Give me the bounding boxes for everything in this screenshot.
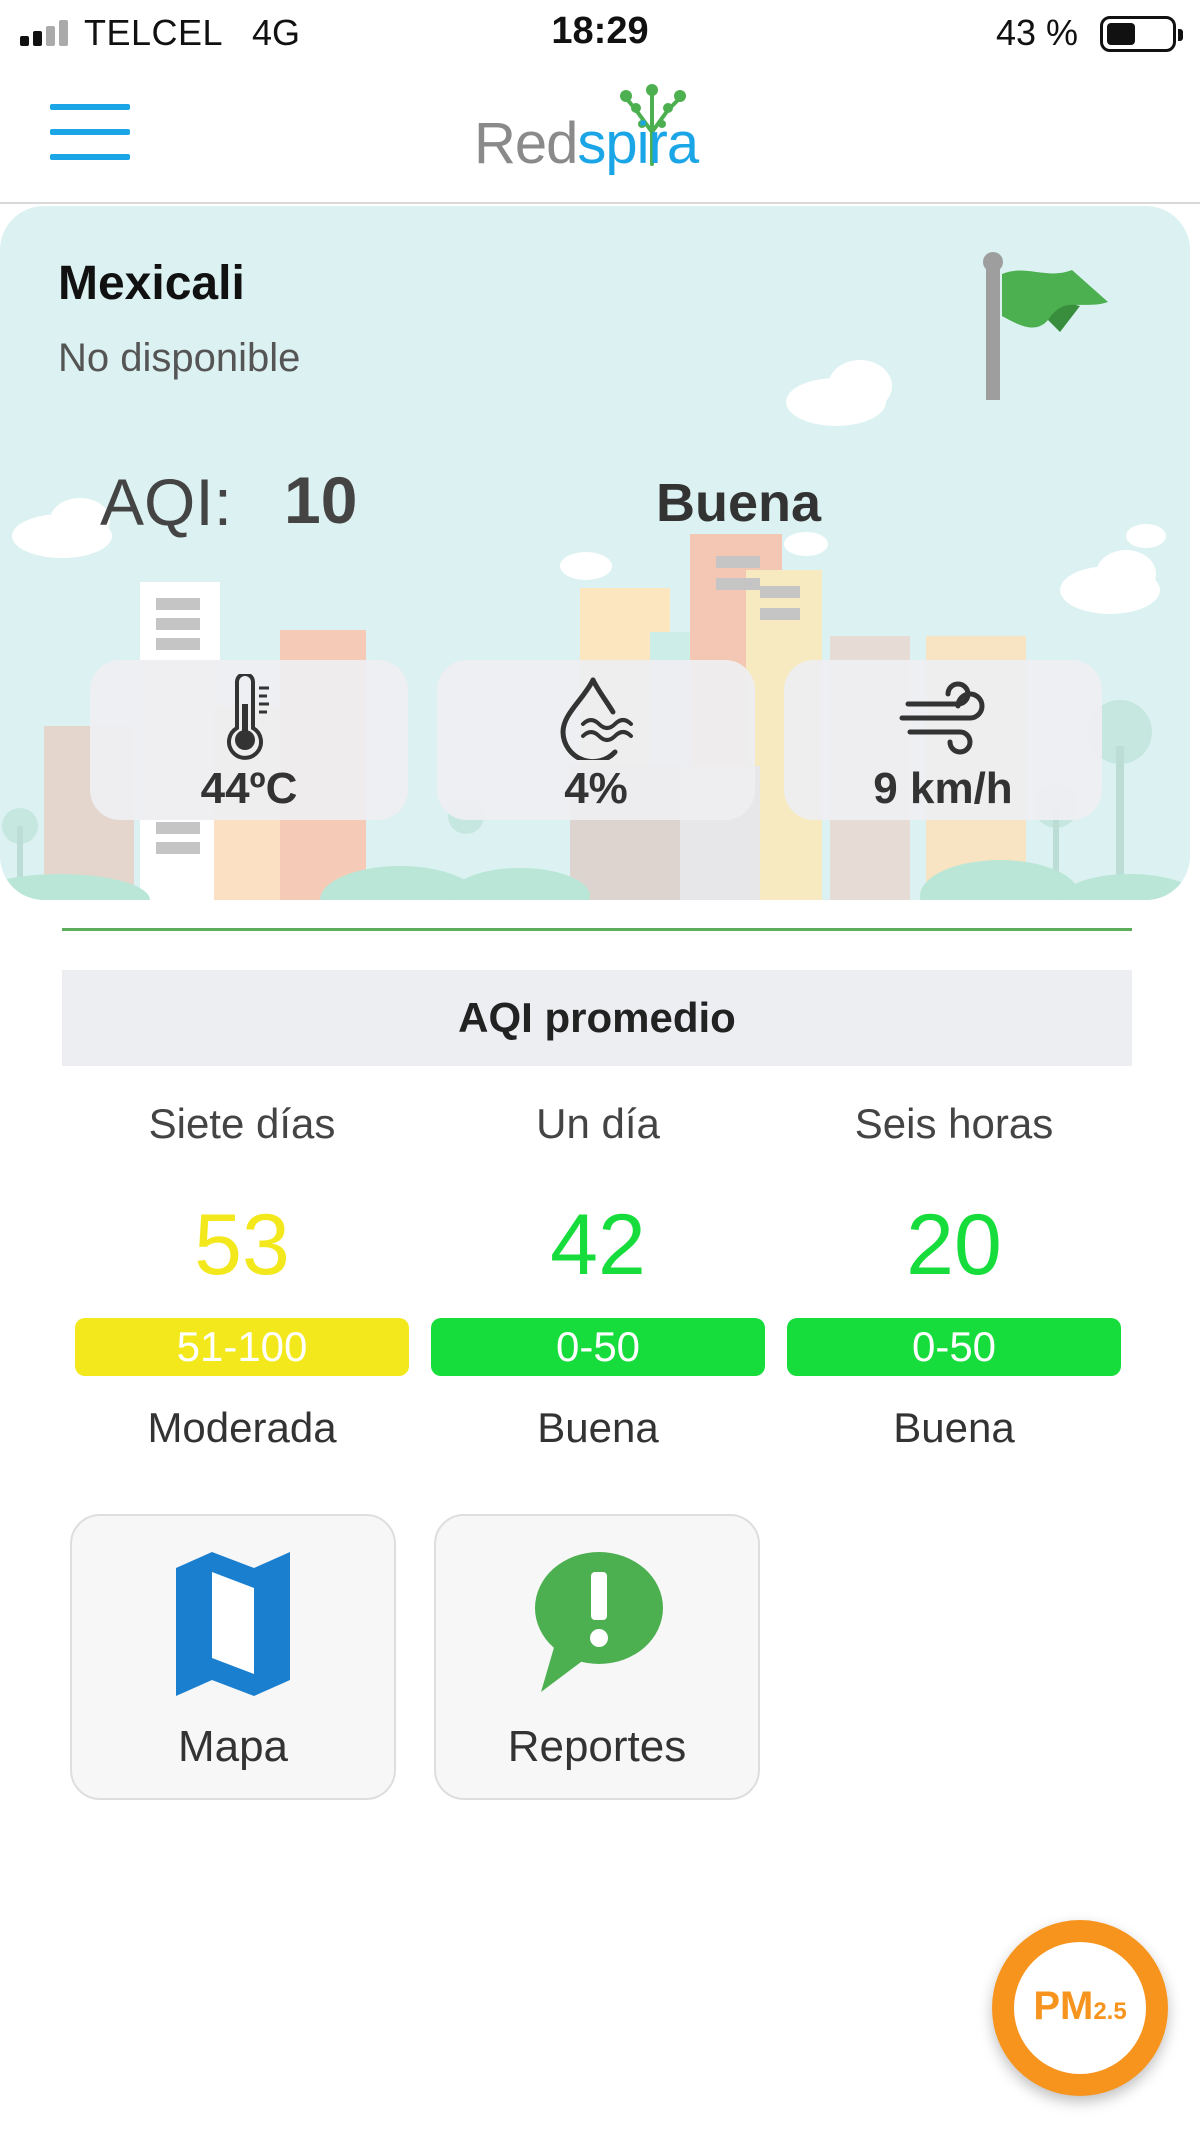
redspira-logo: Redspira [470, 72, 730, 192]
aqi-average-title: AQI promedio [458, 994, 736, 1041]
status-bar: TELCEL 4G 18:29 43 % [0, 0, 1200, 64]
section-divider [62, 928, 1132, 931]
range-badge: 0-50 [787, 1318, 1121, 1376]
category-label: Buena [537, 1404, 659, 1451]
humidity-drop-icon [560, 677, 633, 765]
range-badge: 51-100 [75, 1318, 409, 1376]
battery-percentage: 43 % [996, 12, 1079, 53]
range-badge: 0-50 [431, 1318, 765, 1376]
hamburger-menu-icon[interactable] [50, 104, 130, 160]
wind-tile: 9 km/h [784, 660, 1102, 820]
logo-text-spira: spira [577, 111, 699, 176]
humidity-value: 4% [564, 764, 628, 813]
reports-button[interactable]: Reportes [434, 1514, 760, 1800]
station-card[interactable]: Mexicali No disponible AQI: 10 Buena 44º… [0, 206, 1190, 900]
report-alert-icon [535, 1552, 663, 1692]
temperature-value: 44ºC [200, 764, 298, 813]
reports-button-label: Reportes [507, 1722, 687, 1771]
humidity-tile: 4% [437, 660, 755, 820]
battery-icon [1100, 16, 1183, 52]
category-label: Moderada [147, 1404, 337, 1451]
app-header: Redspira [0, 64, 1200, 204]
period-label: Seis horas [854, 1100, 1054, 1147]
average-value: 42 [550, 1197, 646, 1293]
logo-text-red: Red [474, 111, 578, 176]
pm25-label: PM2.5 [1033, 1984, 1127, 2028]
aqi-value: 10 [284, 463, 358, 537]
average-column-seven-days: Siete días 53 51-100 Moderada [62, 1100, 422, 1452]
category-label: Buena [893, 1404, 1015, 1451]
period-label: Siete días [148, 1100, 336, 1147]
green-flag-icon [983, 252, 1108, 400]
wind-value: 9 km/h [873, 764, 1013, 813]
wind-icon [899, 681, 985, 755]
map-button-label: Mapa [177, 1722, 289, 1771]
city-name: Mexicali [58, 257, 245, 310]
aqi-category: Buena [656, 473, 822, 533]
aqi-label: AQI: [100, 465, 233, 539]
map-button[interactable]: Mapa [70, 1514, 396, 1800]
average-column-one-day: Un día 42 0-50 Buena [418, 1100, 778, 1452]
aqi-average-header: AQI promedio [62, 970, 1132, 1066]
average-column-six-hours: Seis horas 20 0-50 Buena [774, 1100, 1134, 1452]
station-status: No disponible [58, 336, 301, 380]
period-label: Un día [536, 1100, 660, 1147]
pm25-button[interactable]: PM2.5 [992, 1920, 1168, 2096]
average-value: 20 [906, 1197, 1002, 1293]
map-icon [176, 1552, 290, 1696]
temperature-tile: 44ºC [90, 660, 408, 820]
thermometer-icon [227, 672, 269, 760]
average-value: 53 [194, 1197, 290, 1293]
